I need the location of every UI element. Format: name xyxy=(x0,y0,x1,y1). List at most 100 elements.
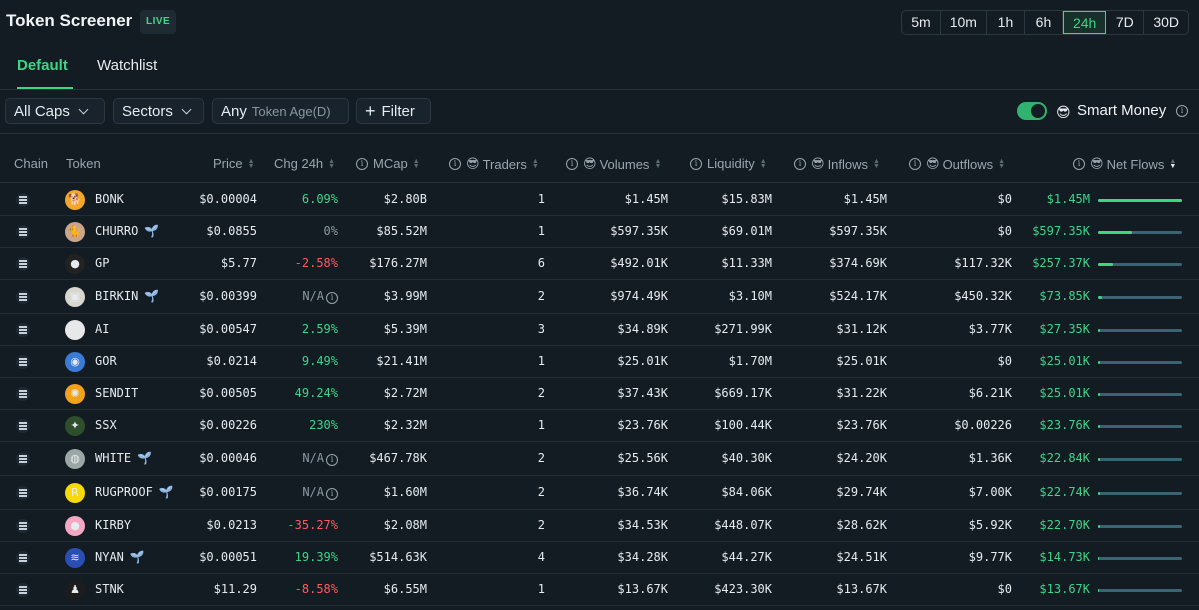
timeframe-selector: 5m 10m 1h 6h 24h 7D 30D xyxy=(901,10,1189,35)
table-row[interactable]: ● KIRBY $0.0213 -35.27% $2.08M 2 $34.53K $448.0… xyxy=(0,510,1199,542)
info-icon[interactable]: i xyxy=(356,157,368,170)
timeframe-24h-button[interactable]: 24h xyxy=(1062,11,1107,34)
info-icon[interactable]: i xyxy=(326,292,338,304)
mcap-cell: $176.27M xyxy=(369,256,427,270)
inflows-cell: $31.22K xyxy=(836,386,887,400)
chg-cell: 0% xyxy=(323,224,338,238)
token-symbol[interactable]: GOR xyxy=(95,354,117,368)
price-cell: $0.00004 xyxy=(199,192,257,206)
tab-default[interactable]: Default xyxy=(17,57,68,74)
timeframe-30d-button[interactable]: 30D xyxy=(1144,11,1188,34)
col-inflows[interactable]: i 😎 Inflows ▲ ▼ xyxy=(794,156,880,172)
table-row[interactable]: ● GP $5.77 -2.58% $176.27M 6 $492.01K $11.33M $3… xyxy=(0,248,1199,280)
add-filter-button[interactable]: + Filter xyxy=(356,98,431,124)
info-icon[interactable]: i xyxy=(449,158,461,170)
nyan-icon: ≋ xyxy=(65,548,85,568)
rugproof-icon: R xyxy=(65,483,85,503)
col-outflows[interactable]: i 😎 Outflows ▲ ▼ xyxy=(909,156,1005,172)
timeframe-5m-button[interactable]: 5m xyxy=(902,11,941,34)
col-chain: Chain xyxy=(14,156,48,171)
filter-bar: All Caps Sectors Any Token Age(D) + Filt… xyxy=(0,90,1199,134)
table-row[interactable]: ♟ STNK $11.29 -8.58% $6.55M 1 $13.67K $423.30K $… xyxy=(0,574,1199,606)
token-symbol[interactable]: KIRBY xyxy=(95,518,131,532)
info-icon[interactable]: i xyxy=(794,158,806,170)
net-flow-bar-fill xyxy=(1098,589,1099,592)
liquidity-cell: $271.99K xyxy=(714,322,772,336)
col-price[interactable]: Price ▲ ▼ xyxy=(213,156,255,171)
token-symbol[interactable]: BIRKIN 🌱 xyxy=(95,289,159,303)
active-tab-indicator xyxy=(17,87,73,89)
token-symbol[interactable]: GP xyxy=(95,256,109,270)
col-mcap[interactable]: i MCap ▲ ▼ xyxy=(356,156,420,171)
chg-cell: 6.09% xyxy=(301,192,338,206)
info-icon[interactable]: i xyxy=(909,158,921,170)
info-icon[interactable]: i xyxy=(1073,158,1085,170)
solana-chain-icon xyxy=(16,225,30,239)
table-row[interactable]: 🐕 BONK $0.00004 6.09% $2.80B 1 $1.45M $15.83M $1… xyxy=(0,184,1199,216)
table-row[interactable]: ✦ SSX $0.00226 230% $2.32M 1 $23.76K $100.44K $2… xyxy=(0,410,1199,442)
inflows-cell: $29.74K xyxy=(836,485,887,499)
table-header: Chain Token Price ▲ ▼ Chg 24h ▲ ▼ i MCap ▲ ▼ i 😎… xyxy=(0,145,1199,183)
sectors-dropdown[interactable]: Sectors xyxy=(113,98,204,124)
token-symbol[interactable]: BONK xyxy=(95,192,124,206)
table-row[interactable]: ◍ WHITE 🌱 $0.00046 N/A i $467.78K 2 $25.56K $40.3… xyxy=(0,442,1199,476)
token-symbol[interactable]: SENDIT xyxy=(95,386,138,400)
table-row[interactable]: 🐱 AI $0.00547 2.59% $5.39M 3 $34.89K $271.99K $3… xyxy=(0,314,1199,346)
traders-cell: 1 xyxy=(537,582,545,596)
sunglasses-icon: 😎 xyxy=(1090,156,1104,171)
token-symbol[interactable]: NYAN 🌱 xyxy=(95,550,145,564)
price-cell: $0.00505 xyxy=(199,386,257,400)
token-symbol[interactable]: WHITE 🌱 xyxy=(95,451,152,465)
token-symbol[interactable]: AI xyxy=(95,322,109,336)
price-cell: $11.29 xyxy=(213,582,257,596)
info-icon[interactable]: i xyxy=(326,488,338,500)
price-cell: $0.00547 xyxy=(199,322,257,336)
col-traders[interactable]: i 😎 Traders ▲ ▼ xyxy=(449,156,539,172)
info-icon[interactable]: i xyxy=(1176,105,1188,117)
timeframe-7d-button[interactable]: 7D xyxy=(1106,11,1145,34)
col-liquidity[interactable]: i Liquidity ▲ ▼ xyxy=(690,156,767,171)
netflows-cell: $25.01K xyxy=(1039,386,1090,400)
chg-cell: N/A i xyxy=(302,289,338,304)
net-flow-bar xyxy=(1098,458,1182,461)
table-row[interactable]: ✺ SENDIT $0.00505 49.24% $2.72M 2 $37.43K $669.… xyxy=(0,378,1199,410)
info-icon[interactable]: i xyxy=(566,158,578,170)
token-symbol[interactable]: SSX xyxy=(95,418,117,432)
volumes-cell: $13.67K xyxy=(617,582,668,596)
timeframe-6h-button[interactable]: 6h xyxy=(1025,11,1063,34)
chevron-down-icon xyxy=(181,104,192,114)
solana-chain-icon xyxy=(16,486,30,500)
token-symbol[interactable]: CHURRO 🌱 xyxy=(95,224,159,238)
token-age-filter[interactable]: Any Token Age(D) xyxy=(212,98,349,124)
smart-money-toggle[interactable] xyxy=(1017,102,1047,120)
outflows-cell: $1.36K xyxy=(968,451,1012,465)
tab-watchlist[interactable]: Watchlist xyxy=(97,57,157,74)
net-flow-bar xyxy=(1098,329,1182,332)
outflows-cell: $3.77K xyxy=(968,322,1012,336)
table-row[interactable]: ▣ BIRKIN 🌱 $0.00399 N/A i $3.99M 2 $974.49K $3.10… xyxy=(0,280,1199,314)
sunglasses-icon: 😎 xyxy=(466,156,480,171)
token-symbol[interactable]: RUGPROOF 🌱 xyxy=(95,485,174,499)
timeframe-10m-button[interactable]: 10m xyxy=(941,11,987,34)
sprout-icon: 🌱 xyxy=(137,451,153,465)
caps-dropdown[interactable]: All Caps xyxy=(5,98,105,124)
token-symbol[interactable]: STNK xyxy=(95,582,124,596)
col-chg-24h[interactable]: Chg 24h ▲ ▼ xyxy=(274,156,335,171)
price-cell: $0.00051 xyxy=(199,550,257,564)
table-row[interactable]: ◉ GOR $0.0214 9.49% $21.41M 1 $25.01K $1.70M $25… xyxy=(0,346,1199,378)
net-flow-bar-fill xyxy=(1098,329,1100,332)
info-icon[interactable]: i xyxy=(326,454,338,466)
netflows-cell: $597.35K xyxy=(1032,224,1090,238)
volumes-cell: $37.43K xyxy=(617,386,668,400)
sprout-icon: 🌱 xyxy=(144,224,160,238)
col-net-flows[interactable]: i 😎 Net Flows ▲ ▼ xyxy=(1073,156,1176,172)
table-row[interactable]: R RUGPROOF 🌱 $0.00175 N/A i $1.60M 2 $36.74K $84.… xyxy=(0,476,1199,510)
table-row[interactable]: ≋ NYAN 🌱 $0.00051 19.39% $514.63K 4 $34.28K $44.… xyxy=(0,542,1199,574)
outflows-cell: $117.32K xyxy=(954,256,1012,270)
info-icon[interactable]: i xyxy=(690,157,702,170)
solana-chain-icon xyxy=(16,519,30,533)
timeframe-1h-button[interactable]: 1h xyxy=(987,11,1025,34)
table-row[interactable]: 🐈 CHURRO 🌱 $0.0855 0% $85.52M 1 $597.35K $69.01M… xyxy=(0,216,1199,248)
sectors-dropdown-label: Sectors xyxy=(122,102,173,120)
col-volumes[interactable]: i 😎 Volumes ▲ ▼ xyxy=(566,156,661,172)
